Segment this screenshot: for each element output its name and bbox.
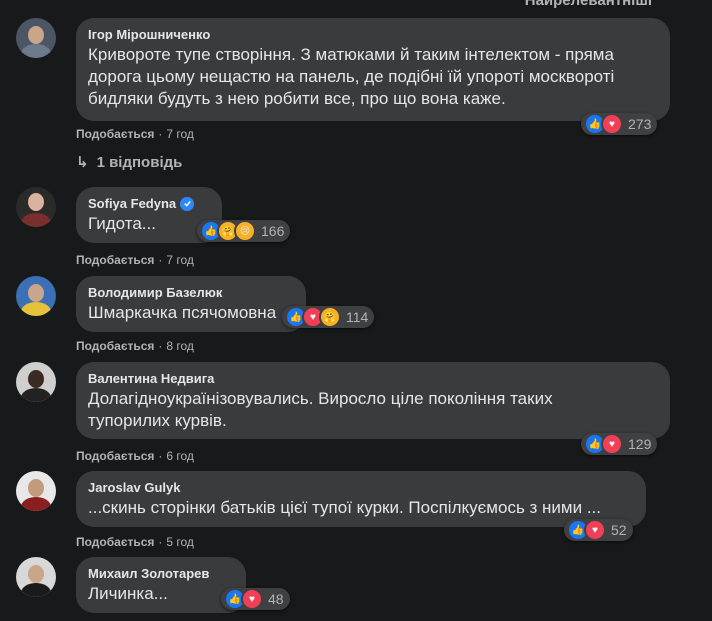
love-icon: ♥ [601, 433, 623, 455]
reaction-count: 48 [268, 591, 284, 607]
like-button[interactable]: Подобається [76, 339, 154, 353]
comment-text: Личинка... [88, 584, 168, 603]
reactions-summary[interactable]: 👍 ♥ 129 [581, 433, 658, 455]
love-icon: ♥ [241, 588, 263, 610]
comment-bubble: Ігор Мірошниченко Кривороте тупе створін… [76, 18, 670, 121]
like-button[interactable]: Подобається [76, 535, 154, 549]
reactions-summary[interactable]: 👍 ♥ 48 [221, 588, 290, 610]
comment-author[interactable]: Валентина Недвига [88, 370, 658, 387]
reply-arrow-icon: ↳ [76, 154, 89, 171]
sad-icon: 😢 [234, 220, 256, 242]
comment-author[interactable]: Jaroslav Gulyk [88, 479, 634, 496]
comment-meta: Подобається · 7 год [76, 127, 194, 141]
avatar[interactable] [16, 276, 56, 316]
comment-text: Гидота... [88, 214, 156, 233]
timestamp[interactable]: 5 год [166, 535, 194, 549]
avatar[interactable] [16, 557, 56, 597]
comment-author[interactable]: Михаил Золотарев [88, 565, 234, 582]
timestamp[interactable]: 8 год [166, 339, 194, 353]
comment-bubble: Михаил Золотарев Личинка... [76, 557, 246, 613]
reaction-count: 166 [261, 223, 285, 239]
comment-bubble: Валентина Недвига Долагідноукраїнізовува… [76, 362, 670, 439]
comment-bubble: Володимир Базелюк Шмаркачка псячомовна [76, 276, 306, 332]
view-replies-button[interactable]: ↳ 1 відповідь [76, 153, 182, 172]
avatar[interactable] [16, 362, 56, 402]
reactions-summary[interactable]: 👍 ♥ 52 [564, 519, 633, 541]
comment-author[interactable]: Володимир Базелюк [88, 284, 294, 301]
reactions-summary[interactable]: 👍 ♥ 🤗 114 [282, 306, 375, 328]
comment-author[interactable]: Sofiya Fedyna [88, 195, 210, 212]
comment-text: ...скинь сторінки батьків цієї тупої кур… [88, 498, 602, 517]
comment-meta: Подобається · 6 год [76, 449, 194, 463]
reactions-summary[interactable]: 👍 ♥ 273 [581, 113, 658, 135]
like-button[interactable]: Подобається [76, 253, 154, 267]
timestamp[interactable]: 7 год [166, 127, 194, 141]
avatar[interactable] [16, 187, 56, 227]
comment-text: Кривороте тупе створіння. З матюками й т… [88, 45, 615, 108]
love-icon: ♥ [601, 113, 623, 135]
comment-author[interactable]: Ігор Мірошниченко [88, 26, 658, 43]
like-button[interactable]: Подобається [76, 127, 154, 141]
reactions-summary[interactable]: 👍 🤗 😢 166 [197, 220, 291, 242]
love-icon: ♥ [584, 519, 606, 541]
reaction-count: 273 [628, 116, 652, 132]
comment-bubble: Jaroslav Gulyk ...скинь сторінки батьків… [76, 471, 646, 527]
avatar[interactable] [16, 18, 56, 58]
timestamp[interactable]: 7 год [166, 253, 194, 267]
comment-text: Шмаркачка псячомовна [88, 303, 277, 322]
like-button[interactable]: Подобається [76, 449, 154, 463]
comment-meta: Подобається · 5 год [76, 535, 194, 549]
sort-label[interactable]: Найрелевантніші [525, 0, 652, 9]
reaction-count: 114 [346, 309, 369, 325]
comment-meta: Подобається · 7 год [76, 253, 194, 267]
comment-text: Долагідноукраїнізовувались. Виросло ціле… [88, 389, 553, 430]
comment-meta: Подобається · 8 год [76, 339, 194, 353]
reaction-count: 52 [611, 522, 627, 538]
verified-badge-icon [180, 196, 195, 211]
avatar[interactable] [16, 471, 56, 511]
timestamp[interactable]: 6 год [166, 449, 194, 463]
reaction-count: 129 [628, 436, 652, 452]
care-icon: 🤗 [319, 306, 341, 328]
